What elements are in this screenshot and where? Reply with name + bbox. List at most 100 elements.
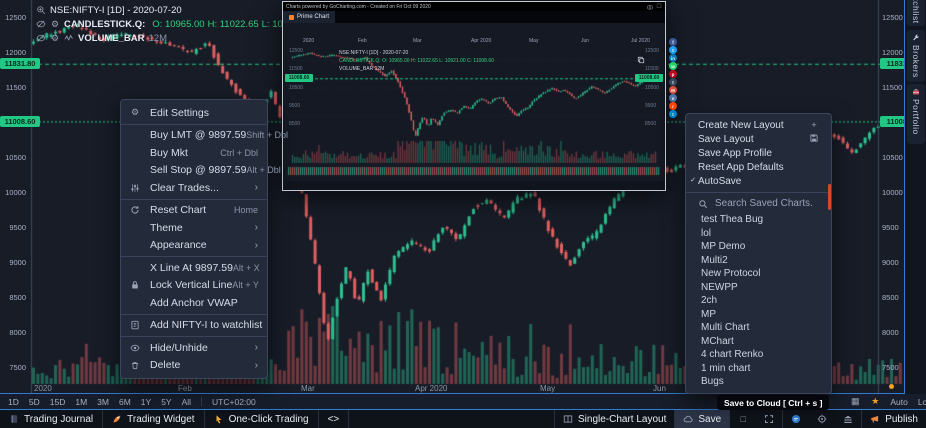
eye-slash-icon[interactable]: [36, 19, 46, 29]
saved-charts-search[interactable]: Search Saved Charts.: [686, 192, 831, 213]
auto-scale-toggle[interactable]: Auto: [890, 397, 908, 407]
scrollbar-thumb[interactable]: [828, 184, 831, 210]
sidebar-tab-portfolio[interactable]: Portfolio: [907, 84, 925, 144]
range-3m[interactable]: 3M: [97, 397, 109, 407]
preview-symbol: NSE:NIFTY-I [1D] - 2020-07-20: [339, 50, 408, 56]
eye-icon: [130, 343, 140, 353]
layout-menu-item-reset-app-defaults[interactable]: Reset App Defaults: [686, 160, 831, 174]
context-menu-item-clear-trades[interactable]: Clear Trades...›: [121, 179, 267, 197]
context-menu-item-lock-vertical-line[interactable]: Lock Vertical LineAlt + Y: [121, 277, 267, 295]
menu-item-label: Create New Layout: [698, 120, 784, 131]
share-vk-button[interactable]: v: [669, 94, 677, 102]
context-menu-item-add-nifty-i-to-watchlist[interactable]: Add NIFTY-I to watchlist: [121, 317, 267, 335]
bottom-bar-button-one-click-trading[interactable]: One-Click Trading: [205, 410, 319, 428]
layout-menu-item-autosave[interactable]: ✓AutoSave: [686, 174, 831, 188]
symbol-title: NSE:NIFTY-I [1D] - 2020-07-20: [50, 5, 182, 16]
log-scale-toggle[interactable]: Log: [918, 397, 926, 407]
star-icon[interactable]: ★: [870, 397, 880, 407]
saved-chart-item-mchart[interactable]: MChart: [686, 335, 831, 349]
saved-chart-item-multi2[interactable]: Multi2: [686, 254, 831, 268]
context-menu-item-reset-chart[interactable]: Reset ChartHome: [121, 202, 267, 220]
bottom-bar-button-trading-widget[interactable]: Trading Widget: [103, 410, 204, 428]
share-gmail-button[interactable]: M: [669, 86, 677, 94]
layout-menu-item-create-new-layout[interactable]: Create New Layout+: [686, 118, 831, 132]
range-6m[interactable]: 6M: [119, 397, 131, 407]
layout-menu-item-save-layout[interactable]: Save Layout: [686, 132, 831, 146]
bottom-bar-button-publish[interactable]: Publish: [862, 410, 926, 428]
share-linkedin-button[interactable]: in: [669, 54, 677, 62]
saved-chart-item-test-thea-bug[interactable]: test Thea Bug: [686, 213, 831, 227]
range-1d[interactable]: 1D: [8, 397, 19, 407]
zoom-icon[interactable]: [36, 5, 46, 15]
price-tick: 12500: [0, 13, 26, 22]
bottom-bar-button-target[interactable]: [809, 410, 835, 428]
bottom-bar-button-single-chart-layout[interactable]: Single-Chart Layout: [555, 410, 674, 428]
saved-chart-item-1-min-chart[interactable]: 1 min chart: [686, 362, 831, 376]
timezone-label[interactable]: UTC+02:00: [212, 397, 256, 407]
preview-tab-prime-chart[interactable]: Prime Chart: [283, 11, 335, 23]
context-menu-item-edit-settings[interactable]: ⚙Edit Settings: [121, 104, 267, 122]
share-pinterest-button[interactable]: p: [669, 70, 677, 78]
preview-price-tick: 9500: [289, 103, 300, 109]
range-15d[interactable]: 15D: [50, 397, 66, 407]
saved-chart-item-new-protocol[interactable]: New Protocol: [686, 267, 831, 281]
menu-item-label: Save Layout: [698, 134, 754, 145]
frame-icon[interactable]: □: [656, 4, 662, 10]
lock-icon: [130, 280, 140, 290]
bottom-bar-button-screenshot-frame[interactable]: □: [730, 410, 756, 428]
context-menu-item-hide-unhide[interactable]: Hide/Unhide›: [121, 339, 267, 357]
saved-chart-item-mp-demo[interactable]: MP Demo: [686, 240, 831, 254]
context-menu-item-delete[interactable]: Delete›: [121, 357, 267, 375]
saved-chart-item-4-chart-renko[interactable]: 4 chart Renko: [686, 348, 831, 362]
saved-chart-item-newpp[interactable]: NEWPP: [686, 281, 831, 295]
context-menu-item-add-anchor-vwap[interactable]: Add Anchor VWAP: [121, 294, 267, 312]
range-1m[interactable]: 1M: [75, 397, 87, 407]
volume-wave-icon: [64, 33, 74, 43]
range-5d[interactable]: 5D: [29, 397, 40, 407]
range-5y[interactable]: 5Y: [161, 397, 171, 407]
time-axis-label: Feb: [178, 384, 192, 393]
share-reddit-button[interactable]: r: [669, 102, 677, 110]
gear-icon[interactable]: ⚙: [50, 19, 60, 29]
context-menu-item-buy-lmt-9897-59[interactable]: Buy LMT @ 9897.59Shift + Dbl: [121, 127, 267, 145]
bottom-bar-button-bank[interactable]: [835, 410, 861, 428]
share-facebook-button[interactable]: f: [669, 38, 677, 46]
rocket-icon: [112, 414, 122, 424]
saved-chart-item-mp[interactable]: MP: [686, 308, 831, 322]
layout-menu-item-save-app-profile[interactable]: Save App Profile: [686, 146, 831, 160]
sidebar-tab-brokers[interactable]: Brokers: [907, 30, 925, 82]
preview-ohlc: CANDLESTICK.Q: O: 10965.00 H: 11022.65 L…: [339, 58, 494, 64]
preview-price-tick: 10500: [645, 85, 659, 91]
context-menu-item-theme[interactable]: Theme›: [121, 219, 267, 237]
grid-icon[interactable]: ▦: [850, 397, 860, 407]
gear-icon[interactable]: ⚙: [50, 33, 60, 43]
preview-price-label: 11008.60: [635, 74, 663, 82]
ohlc-value: O: 10965.00: [152, 19, 204, 30]
range-all[interactable]: All: [182, 397, 191, 407]
saved-chart-item-lol[interactable]: lol: [686, 227, 831, 241]
sidebar-tab-watchlist[interactable]: Watchlist: [907, 0, 925, 26]
bottom-bar-button-code[interactable]: <>: [319, 410, 350, 428]
eye-slash-icon[interactable]: [36, 33, 46, 43]
bottom-bar-button-fullscreen[interactable]: [756, 410, 782, 428]
bottom-bar-button-trading-journal[interactable]: Trading Journal: [0, 410, 103, 428]
saved-chart-item-2ch[interactable]: 2ch: [686, 294, 831, 308]
copy-icon[interactable]: [637, 56, 645, 64]
saved-chart-item-multi-chart[interactable]: Multi Chart: [686, 321, 831, 335]
preview-price-tick: 9500: [645, 103, 656, 109]
range-1y[interactable]: 1Y: [141, 397, 151, 407]
context-menu-item-sell-stop-9897-59[interactable]: Sell Stop @ 9897.59Alt + Dbl: [121, 162, 267, 180]
share-whatsapp-button[interactable]: w: [669, 62, 677, 70]
context-menu-item-appearance[interactable]: Appearance›: [121, 237, 267, 255]
share-tumblr-button[interactable]: t: [669, 78, 677, 86]
share-twitter-button[interactable]: t: [669, 46, 677, 54]
bottom-bar-button-chat[interactable]: [783, 410, 809, 428]
share-telegram-button[interactable]: t: [669, 110, 677, 118]
camera-icon[interactable]: [647, 4, 653, 10]
context-menu-item-x-line-at-9897-59[interactable]: X Line At 9897.59Alt + X: [121, 259, 267, 277]
context-menu-item-buy-mkt[interactable]: Buy MktCtrl + Dbl: [121, 144, 267, 162]
saved-chart-item-bugs[interactable]: Bugs: [686, 375, 831, 389]
sidebar-tab-label: Watchlist: [911, 0, 921, 24]
bottom-bar-button-save[interactable]: Save: [675, 410, 729, 428]
submenu-arrow-icon: ›: [255, 240, 258, 251]
